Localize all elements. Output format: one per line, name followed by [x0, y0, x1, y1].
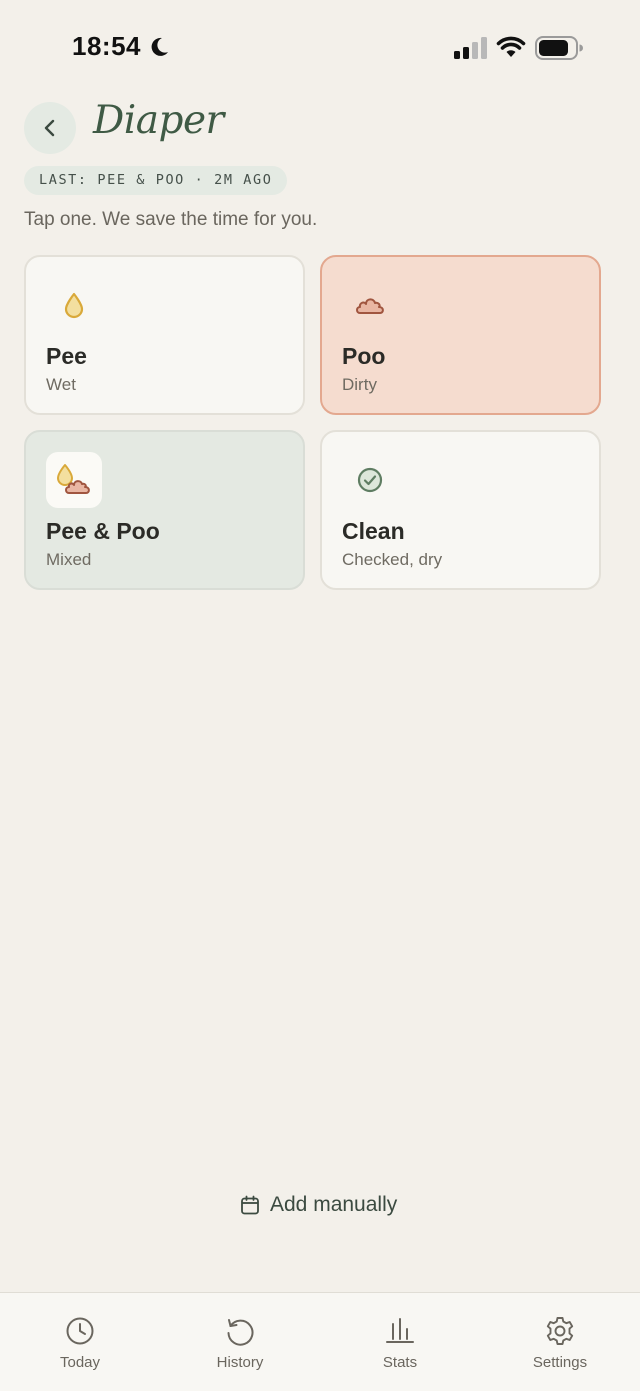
last-entry-badge: LAST: PEE & POO · 2M AGO [24, 166, 288, 195]
option-title: Pee [46, 343, 87, 369]
cellular-signal-icon [454, 37, 487, 59]
tab-label: Settings [532, 1354, 588, 1371]
tab-history[interactable]: History [160, 1293, 320, 1391]
option-card-pee[interactable]: Pee Wet [24, 255, 305, 415]
option-subtitle: Wet [46, 375, 76, 394]
tab-settings[interactable]: Settings [480, 1293, 640, 1391]
option-icon-box [46, 277, 102, 333]
option-card-pee-and-poo[interactable]: Pee & Poo Mixed [24, 430, 305, 590]
tab-stats[interactable]: Stats [320, 1293, 480, 1391]
clock-icon [66, 1317, 94, 1345]
bar-chart-icon [386, 1318, 414, 1343]
option-card-clean[interactable]: Clean Checked, dry [320, 430, 601, 590]
battery-icon [535, 36, 583, 60]
page-title: Diaper [93, 98, 224, 143]
option-icon-box [342, 452, 398, 508]
tab-today[interactable]: Today [0, 1293, 160, 1391]
status-time: 18:54 [72, 31, 141, 61]
history-icon [227, 1319, 254, 1346]
wifi-icon [496, 36, 526, 57]
droplet-icon [64, 292, 84, 319]
option-icon-box [342, 277, 398, 333]
status-bar: 18:54 [0, 0, 640, 94]
gear-icon [546, 1317, 574, 1345]
back-button[interactable] [24, 102, 76, 154]
hint-text: Tap one. We save the time for you. [24, 209, 318, 230]
chevron-left-icon [44, 119, 55, 137]
calendar-icon [241, 1195, 259, 1215]
option-title: Pee & Poo [46, 518, 160, 544]
tab-label: Stats [382, 1354, 418, 1371]
poo-cloud-icon [356, 298, 384, 314]
option-subtitle: Checked, dry [342, 550, 443, 569]
option-icon-box [46, 452, 102, 508]
check-circle-icon [357, 467, 383, 493]
tab-label: Today [59, 1354, 101, 1371]
droplet-cloud-icon [57, 464, 90, 494]
tab-bar: Today History Stats Settings [0, 1292, 640, 1391]
moon-icon [151, 37, 168, 56]
option-card-poo[interactable]: Poo Dirty [320, 255, 601, 415]
option-title: Clean [342, 518, 405, 544]
tab-label: History [216, 1354, 264, 1371]
add-manually-label: Add manually [270, 1193, 398, 1216]
option-subtitle: Dirty [342, 375, 377, 394]
add-manually-button[interactable]: Add manually [240, 1193, 397, 1217]
option-subtitle: Mixed [46, 550, 92, 569]
option-title: Poo [342, 343, 386, 369]
